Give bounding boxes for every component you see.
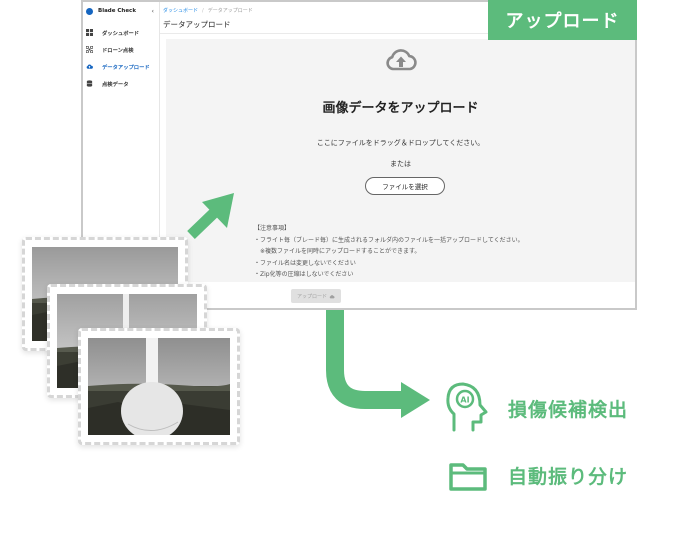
turbine-blade-closeup-photo	[88, 338, 230, 435]
page-title: データアップロード	[163, 20, 231, 29]
sidebar-item-label: ドローン点検	[102, 47, 134, 54]
ai-head-icon: AI	[446, 382, 488, 432]
breadcrumb-separator: /	[202, 8, 204, 14]
sidebar-item-data-upload[interactable]: データアップロード	[83, 58, 159, 75]
sidebar-item-inspection-data[interactable]: 点検データ	[83, 75, 159, 92]
down-right-arrow-icon	[326, 310, 430, 418]
breadcrumb: ダッシュボード / データアップロード	[163, 7, 253, 14]
drone-icon	[86, 46, 93, 53]
select-file-button[interactable]: ファイルを選択	[365, 177, 445, 195]
feature-auto-sort-label: 自動振り分け	[508, 466, 629, 488]
database-icon	[86, 80, 93, 87]
svg-text:AI: AI	[460, 396, 469, 405]
sidebar-item-drone-inspection[interactable]: ドローン点検	[83, 41, 159, 58]
cloud-upload-icon	[86, 63, 93, 70]
notes-line: ・ファイル名は変更しないでください	[254, 259, 356, 267]
upload-notes: 【注意事項】 ・フライト毎（ブレード毎）に生成されるフォルダ内のファイルを一括ア…	[254, 223, 524, 281]
upload-banner: アップロード	[488, 0, 637, 40]
notes-heading: 【注意事項】	[254, 225, 291, 232]
notes-line: ※複数ファイルを同時にアップロードすることができます。	[254, 248, 421, 255]
photo-card	[78, 328, 240, 445]
sidebar-item-label: データアップロード	[102, 64, 150, 71]
dropzone-title: 画像データをアップロード	[322, 101, 479, 116]
notes-line: ・フライト毎（ブレード毎）に生成されるフォルダ内のファイルを一括アップロードして…	[254, 236, 524, 244]
feature-damage-detection-label: 損傷候補検出	[508, 399, 629, 421]
dashboard-icon	[86, 29, 93, 36]
sidebar-item-dashboard[interactable]: ダッシュボード	[83, 24, 159, 41]
app-brand: Blade Check ‹	[83, 2, 159, 20]
app-name: Blade Check	[98, 8, 136, 14]
folder-icon	[449, 463, 487, 491]
cloud-upload-icon	[329, 294, 335, 298]
collapse-sidebar-button[interactable]: ‹	[152, 8, 154, 15]
notes-line: ・Zip化等の圧縮はしないでください	[254, 271, 354, 278]
logo-icon	[86, 7, 93, 15]
diagonal-arrow-icon	[187, 193, 234, 239]
file-dropzone[interactable]: 画像データをアップロード ここにファイルをドラッグ＆ドロップしてください。 また…	[166, 39, 635, 282]
breadcrumb-dashboard-link[interactable]: ダッシュボード	[163, 8, 198, 14]
cloud-upload-icon	[386, 49, 417, 71]
sidebar-item-label: ダッシュボード	[102, 30, 140, 37]
dropzone-instruction: ここにファイルをドラッグ＆ドロップしてください。	[316, 139, 485, 147]
sidebar-item-label: 点検データ	[102, 81, 129, 88]
sidebar-nav: ダッシュボード ドローン点検 データアップロード 点検データ	[83, 24, 159, 92]
dropzone-or-text: または	[390, 160, 411, 168]
breadcrumb-current: データアップロード	[207, 8, 253, 14]
main-content: ダッシュボード / データアップロード データアップロード 画像データをアップロード…	[160, 2, 635, 308]
upload-button-label: アップロード	[296, 293, 327, 300]
upload-button[interactable]: アップロード	[291, 289, 341, 303]
